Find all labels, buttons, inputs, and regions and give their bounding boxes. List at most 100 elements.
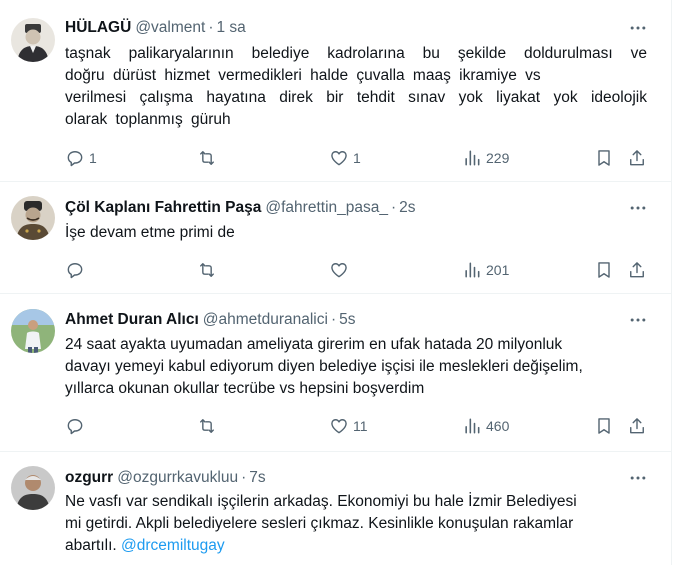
views-button[interactable]: 229 xyxy=(462,147,509,169)
tweet-text-line: abartılı. @drcemiltugay xyxy=(65,535,647,557)
share-icon xyxy=(630,418,644,434)
separator-dot: · xyxy=(330,311,337,328)
tweet-text-line: taşnak palikaryalarının belediye kadrola… xyxy=(65,45,647,62)
bookmark-icon xyxy=(598,150,610,166)
author-handle[interactable]: @fahrettin_pasa_ xyxy=(265,199,388,217)
reply-icon xyxy=(67,419,83,435)
more-options-button[interactable] xyxy=(626,198,650,218)
author-name[interactable]: Ahmet Duran Alıcı xyxy=(65,311,199,329)
views-button[interactable]: 460 xyxy=(462,415,509,437)
timestamp[interactable]: 1 sa xyxy=(217,19,246,37)
views-chart-icon xyxy=(465,262,480,278)
bookmark-button[interactable] xyxy=(594,259,614,281)
timestamp[interactable]: 2s xyxy=(399,199,415,217)
more-dots-icon xyxy=(630,26,646,30)
timeline: HÜLAGÜ @valment · 1 sa taşnak palikaryal… xyxy=(0,0,672,565)
avatar-portrait-image xyxy=(11,196,55,240)
share-button[interactable] xyxy=(627,259,647,281)
more-options-button[interactable] xyxy=(626,18,650,38)
avatar-portrait-image xyxy=(11,18,55,62)
like-button[interactable]: 11 xyxy=(329,415,368,437)
tweet-text-tail: abartılı. xyxy=(65,537,117,554)
bookmark-button[interactable] xyxy=(594,415,614,437)
views-chart-icon xyxy=(465,150,480,166)
author-name[interactable]: Çöl Kaplanı Fahrettin Paşa xyxy=(65,199,261,217)
tweet-text-line: İşe devam etme primi de xyxy=(65,224,235,241)
tweet-1[interactable]: HÜLAGÜ @valment · 1 sa taşnak palikaryal… xyxy=(0,0,672,182)
share-button[interactable] xyxy=(627,415,647,437)
reply-icon xyxy=(67,263,83,279)
share-icon xyxy=(630,150,644,166)
like-button[interactable] xyxy=(329,259,349,281)
retweet-button[interactable] xyxy=(197,415,217,437)
reply-button[interactable]: 1 xyxy=(65,147,97,169)
heart-icon xyxy=(331,263,347,278)
tweet-text: Ne vasfı var sendikalı işçilerin arkadaş… xyxy=(65,491,647,557)
bookmark-icon xyxy=(598,262,610,278)
bookmark-icon xyxy=(598,418,610,434)
author-handle[interactable]: @ozgurrkavukluu xyxy=(117,469,238,487)
views-count: 460 xyxy=(486,418,510,434)
tweet-3[interactable]: Ahmet Duran Alıcı @ahmetduranalici · 5s … xyxy=(0,294,672,452)
views-count: 201 xyxy=(486,262,510,278)
more-options-button[interactable] xyxy=(626,468,650,488)
tweet-header: Çöl Kaplanı Fahrettin Paşa @fahrettin_pa… xyxy=(65,198,416,218)
tweet-actions: 11 460 xyxy=(56,415,656,437)
reply-button[interactable] xyxy=(65,259,85,281)
tweet-actions: 1 1 229 xyxy=(56,147,656,169)
tweet-text-line: olarak toplanmış güruh xyxy=(65,111,231,128)
avatar[interactable] xyxy=(11,196,55,240)
tweet-header: HÜLAGÜ @valment · 1 sa xyxy=(65,18,246,38)
avatar-photo-image xyxy=(11,309,55,353)
tweet-actions: 201 xyxy=(56,259,656,281)
views-count: 229 xyxy=(486,150,510,166)
reply-button[interactable] xyxy=(65,415,85,437)
views-button[interactable]: 201 xyxy=(462,259,509,281)
like-button[interactable]: 1 xyxy=(329,147,361,169)
tweet-text-line: davayı yemeyi kabul ediyorum diyen beled… xyxy=(65,358,583,375)
like-count: 1 xyxy=(353,150,361,166)
author-name[interactable]: HÜLAGÜ xyxy=(65,19,131,37)
tweet-text: taşnak palikaryalarının belediye kadrola… xyxy=(65,43,647,131)
more-dots-icon xyxy=(630,206,646,210)
views-chart-icon xyxy=(465,418,480,434)
share-icon xyxy=(630,262,644,278)
bookmark-button[interactable] xyxy=(594,147,614,169)
more-options-button[interactable] xyxy=(626,310,650,330)
author-handle[interactable]: @ahmetduranalici xyxy=(203,311,328,329)
tweet-text-line: Ne vasfı var sendikalı işçilerin arkadaş… xyxy=(65,493,577,510)
avatar[interactable] xyxy=(11,18,55,62)
author-handle[interactable]: @valment xyxy=(135,19,205,37)
tweet-4[interactable]: ozgurr @ozgurrkavukluu · 7s Ne vasfı var… xyxy=(0,452,672,565)
share-button[interactable] xyxy=(627,147,647,169)
like-count: 11 xyxy=(353,418,368,434)
heart-icon xyxy=(331,151,347,166)
author-name[interactable]: ozgurr xyxy=(65,469,113,487)
retweet-icon xyxy=(200,151,214,165)
tweet-header: Ahmet Duran Alıcı @ahmetduranalici · 5s xyxy=(65,310,356,330)
avatar[interactable] xyxy=(11,466,55,510)
retweet-icon xyxy=(200,263,214,277)
retweet-button[interactable] xyxy=(197,147,217,169)
more-dots-icon xyxy=(630,476,646,480)
tweet-text: 24 saat ayakta uyumadan ameliyata gireri… xyxy=(65,334,647,400)
timestamp[interactable]: 7s xyxy=(249,469,265,487)
tweet-text-line: mi getirdi. Akpli belediyelere sesleri ç… xyxy=(65,515,574,532)
reply-count: 1 xyxy=(89,150,97,166)
timestamp[interactable]: 5s xyxy=(339,311,355,329)
tweet-text-line: verilmesi çalışma hayatına direk bir teh… xyxy=(65,89,647,106)
tweet-2[interactable]: Çöl Kaplanı Fahrettin Paşa @fahrettin_pa… xyxy=(0,182,672,294)
tweet-text-line: yıllarca okunan okullar tecrübe vs hepsi… xyxy=(65,380,425,397)
tweet-text-line: 24 saat ayakta uyumadan ameliyata gireri… xyxy=(65,336,563,353)
tweet-text-line: doğru dürüst hizmet vermedikleri halde ç… xyxy=(65,67,541,84)
retweet-button[interactable] xyxy=(197,259,217,281)
retweet-icon xyxy=(200,419,214,433)
avatar[interactable] xyxy=(11,309,55,353)
separator-dot: · xyxy=(208,19,214,36)
avatar-photo-image xyxy=(11,466,55,510)
separator-dot: · xyxy=(241,469,247,486)
heart-icon xyxy=(331,419,347,434)
mention-link[interactable]: @drcemiltugay xyxy=(121,537,225,554)
separator-dot: · xyxy=(390,199,397,216)
reply-icon xyxy=(67,151,83,167)
